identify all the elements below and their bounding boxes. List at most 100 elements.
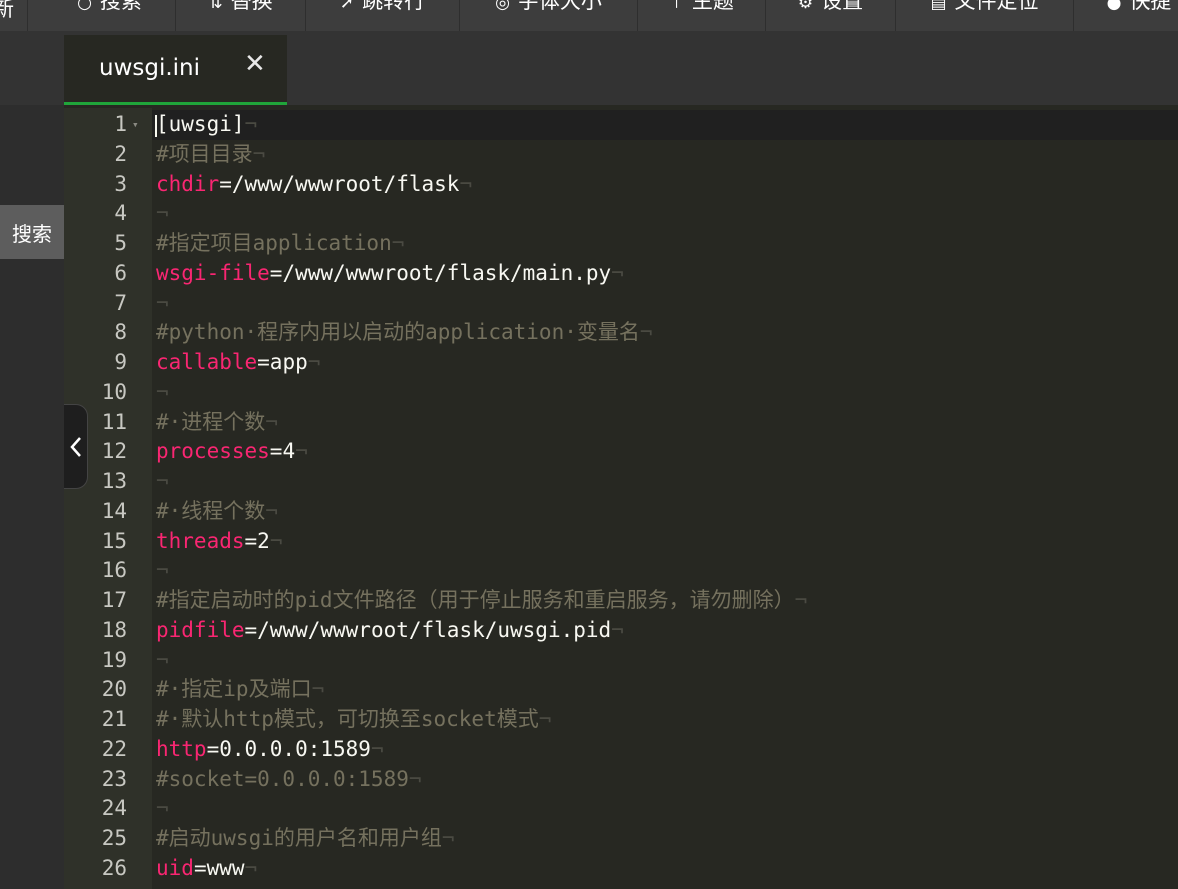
collapse-panel-button[interactable] — [64, 404, 88, 489]
comment-text: #python·程序内用以启动的application·变量名 — [156, 320, 640, 345]
code-line[interactable]: 26 uid=www¬ — [64, 854, 1178, 884]
code-text: ¬ — [156, 794, 169, 824]
line-end-marker: ¬ — [639, 320, 653, 345]
code-line[interactable]: 3 chdir=/www/wwwroot/flask¬ — [64, 170, 1178, 200]
config-value: =/www/wwwroot/flask/main.py — [269, 260, 612, 285]
line-number: 23 — [101, 766, 127, 791]
code-text: #指定项目application¬ — [156, 229, 404, 259]
config-key: threads — [156, 528, 245, 553]
theme-icon: ⊤ — [669, 0, 684, 13]
line-number: 20 — [101, 677, 127, 702]
toolbar-new-button[interactable]: 新 — [0, 0, 28, 31]
code-line[interactable]: 11 #·进程个数¬ — [64, 408, 1178, 438]
comment-text: #·进程个数 — [156, 409, 266, 434]
line-end-marker: ¬ — [265, 409, 278, 434]
code-text: http=0.0.0.0:1589¬ — [156, 735, 384, 765]
comment-text: #socket=0.0.0.0:1589 — [156, 766, 409, 791]
code-line[interactable]: 14 #·线程个数¬ — [64, 497, 1178, 527]
fold-arrow-icon[interactable]: ▾ — [132, 110, 139, 140]
code-line[interactable]: 2 #项目目录¬ — [64, 140, 1178, 170]
toolbar-theme-button[interactable]: ⊤ 主题 — [638, 0, 766, 31]
code-line[interactable]: 10 ¬ — [64, 378, 1178, 408]
line-number: 4 — [114, 201, 127, 226]
toolbar-font-size-button[interactable]: ◎ 字体大小 — [460, 0, 638, 31]
code-editor[interactable]: 1 ▾ [uwsgi]¬ 2 #项目目录¬ 3 chdir=/www/wwwroot/fla… — [64, 110, 1178, 884]
config-value: =/www/wwwroot/flask — [219, 171, 460, 196]
line-end-marker: ¬ — [269, 528, 283, 553]
text-cursor — [155, 115, 157, 137]
line-number: 3 — [114, 171, 127, 196]
code-line[interactable]: 22 http=0.0.0.0:1589¬ — [64, 735, 1178, 765]
line-number: 21 — [101, 707, 127, 731]
comment-text: #·线程个数 — [156, 498, 266, 523]
comment-text: #·默认http模式，可切换至socket模式 — [156, 707, 539, 731]
code-line[interactable]: 13 ¬ — [64, 467, 1178, 497]
line-number: 2 — [114, 141, 127, 166]
code-line[interactable]: 24 ¬ — [64, 794, 1178, 824]
code-line[interactable]: 20 #·指定ip及端口¬ — [64, 675, 1178, 705]
font-icon: ◎ — [495, 0, 510, 13]
code-line[interactable]: 23 #socket=0.0.0.0:1589¬ — [64, 765, 1178, 795]
side-search-button[interactable]: 搜索 — [0, 205, 64, 259]
toolbar-replace-button[interactable]: ⇅ 替换 — [176, 0, 306, 31]
file-icon: ▤ — [930, 0, 947, 13]
toolbar-search-button[interactable]: ○ 搜索 — [44, 0, 176, 31]
line-end-marker: ¬ — [441, 826, 455, 850]
code-line[interactable]: 9 callable=app¬ — [64, 348, 1178, 378]
toolbar-file-locate-button[interactable]: ▤ 文件定位 — [896, 0, 1074, 31]
code-line[interactable]: 4 ¬ — [64, 199, 1178, 229]
toolbar: 新 ○ 搜索 ⇅ 替换 ➚ 跳转行 ◎ 字体大小 ⊤ 主题 ⚙ 设置 ▤ 文件定位 ● 快捷 — [0, 0, 1178, 31]
config-value: =0.0.0.0:1589 — [206, 736, 371, 761]
code-line[interactable]: 5 #指定项目application¬ — [64, 229, 1178, 259]
toolbar-shortcut-button[interactable]: ● 快捷 — [1074, 0, 1178, 31]
tab-uwsgi-ini[interactable]: uwsgi.ini ✕ — [64, 35, 287, 105]
code-line[interactable]: 12 processes=4¬ — [64, 437, 1178, 467]
config-key: http — [156, 736, 207, 761]
code-line[interactable]: 7 ¬ — [64, 289, 1178, 319]
toolbar-settings-button[interactable]: ⚙ 设置 — [766, 0, 896, 31]
code-line[interactable]: 19 ¬ — [64, 646, 1178, 676]
code-line[interactable]: 16 ¬ — [64, 556, 1178, 586]
code-text: #·进程个数¬ — [156, 408, 278, 438]
code-text: #·指定ip及端口¬ — [156, 675, 324, 705]
code-line[interactable]: 1 ▾ [uwsgi]¬ — [64, 110, 1178, 140]
jump-icon: ➚ — [339, 0, 355, 13]
line-end-marker: ¬ — [156, 647, 169, 672]
line-end-marker: ¬ — [794, 588, 808, 612]
code-line[interactable]: 15 threads=2¬ — [64, 527, 1178, 557]
code-text: [uwsgi]¬ — [156, 110, 257, 140]
code-text: uid=www¬ — [156, 854, 257, 884]
code-text: chdir=/www/wwwroot/flask¬ — [156, 170, 472, 200]
tab-title: uwsgi.ini — [99, 55, 201, 81]
line-end-marker: ¬ — [265, 498, 278, 523]
line-end-marker: ¬ — [156, 558, 169, 583]
config-key: uid — [156, 855, 194, 880]
line-end-marker: ¬ — [408, 766, 422, 791]
line-number: 22 — [101, 736, 127, 761]
code-line[interactable]: 8 #python·程序内用以启动的application·变量名¬ — [64, 318, 1178, 348]
line-number: 7 — [114, 290, 127, 315]
code-line[interactable]: 18 pidfile=/www/wwwroot/flask/uwsgi.pid¬ — [64, 616, 1178, 646]
config-key: processes — [156, 439, 270, 464]
search-icon: ○ — [77, 0, 92, 13]
config-key: wsgi-file — [156, 260, 270, 285]
code-text: #·线程个数¬ — [156, 497, 278, 527]
code-text: #启动uwsgi的用户名和用户组¬ — [156, 824, 455, 854]
config-key: chdir — [156, 171, 220, 196]
line-end-marker: ¬ — [156, 290, 169, 315]
left-panel: 搜索 — [0, 105, 64, 889]
code-line[interactable]: 25 #启动uwsgi的用户名和用户组¬ — [64, 824, 1178, 854]
line-number: 1 — [114, 112, 127, 136]
toolbar-jump-line-button[interactable]: ➚ 跳转行 — [306, 0, 460, 31]
line-number: 18 — [101, 617, 127, 642]
code-line[interactable]: 6 wsgi-file=/www/wwwroot/flask/main.py¬ — [64, 259, 1178, 289]
line-number: 9 — [114, 350, 127, 374]
code-line[interactable]: 21 #·默认http模式，可切换至socket模式¬ — [64, 705, 1178, 735]
code-text: wsgi-file=/www/wwwroot/flask/main.py¬ — [156, 259, 624, 289]
line-number: 26 — [101, 855, 127, 880]
close-icon[interactable]: ✕ — [244, 51, 266, 77]
config-value: =app — [257, 350, 308, 374]
line-number: 5 — [114, 231, 127, 255]
line-number: 15 — [101, 528, 127, 553]
code-line[interactable]: 17 #指定启动时的pid文件路径（用于停止服务和重启服务，请勿删除）¬ — [64, 586, 1178, 616]
